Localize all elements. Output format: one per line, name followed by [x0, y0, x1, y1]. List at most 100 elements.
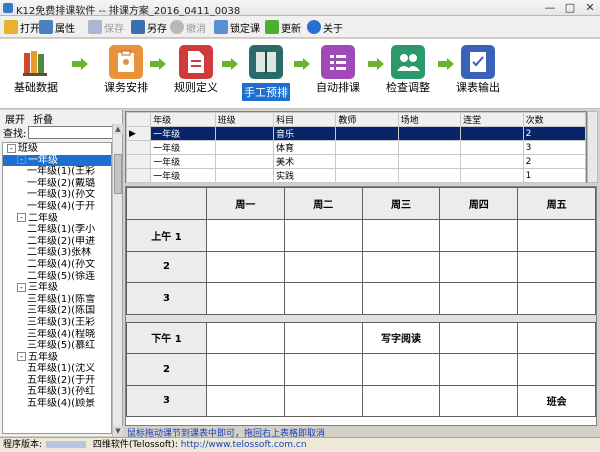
step-course-arrangement[interactable]: 课务安排: [96, 45, 156, 95]
grid-column-header[interactable]: 次数: [522, 112, 587, 127]
grid-cell[interactable]: [397, 126, 462, 141]
minimize-button[interactable]: —: [544, 2, 556, 14]
timetable-slot[interactable]: [439, 384, 519, 417]
search-input[interactable]: [28, 125, 119, 139]
grid-column-header[interactable]: 连堂: [460, 112, 524, 127]
timetable-slot[interactable]: [361, 250, 441, 283]
update-button[interactable]: 更新: [265, 18, 301, 36]
about-button[interactable]: 关于: [307, 18, 343, 36]
timetable-slot[interactable]: [206, 321, 285, 354]
timetable-slot[interactable]: [439, 353, 519, 386]
timetable-slot[interactable]: [361, 384, 441, 417]
tree-class-item[interactable]: 五年级(2)(于开: [3, 375, 111, 387]
grid-cell[interactable]: [335, 140, 399, 155]
tree-class-item[interactable]: 二年级(5)(徐连: [3, 271, 111, 283]
grid-cell[interactable]: 一年级: [150, 126, 216, 141]
grid-cell[interactable]: [214, 126, 274, 141]
grid-cell[interactable]: 1: [522, 168, 587, 183]
scroll-thumb[interactable]: [114, 154, 122, 194]
maximize-button[interactable]: □: [564, 2, 576, 14]
scroll-up-icon[interactable]: ▲: [113, 124, 123, 134]
timetable-slot[interactable]: [439, 250, 519, 283]
tree-class-item[interactable]: 二年级(4)(孙文: [3, 259, 111, 271]
tree-expander-icon[interactable]: -: [17, 282, 26, 292]
properties-button[interactable]: 属性: [39, 18, 75, 36]
timetable-slot[interactable]: [283, 384, 363, 417]
grid-cell[interactable]: 一年级: [150, 140, 216, 155]
grid-column-header[interactable]: 年级: [150, 112, 216, 127]
tree-class-item[interactable]: 五年级(1)(沈义: [3, 363, 111, 375]
grid-cell[interactable]: 实践: [272, 168, 337, 183]
tree-class-item[interactable]: 三年级(4)(程晓: [3, 329, 111, 341]
timetable-slot[interactable]: [283, 321, 363, 354]
grid-cell[interactable]: [397, 140, 462, 155]
tree-class-item[interactable]: 二年级(2)(申进: [3, 236, 111, 248]
undo-button[interactable]: 撤消: [170, 18, 206, 36]
timetable-slot[interactable]: [206, 250, 285, 283]
grid-cell[interactable]: 一年级: [150, 168, 216, 183]
tree-class-item[interactable]: 一年级(3)(孙文: [3, 189, 111, 201]
tree-class-item[interactable]: 一年级(4)(于开: [3, 201, 111, 213]
tree-class-item[interactable]: 五年级(4)(顾景: [3, 398, 111, 410]
timetable-slot[interactable]: [206, 219, 285, 252]
step-check-adjust[interactable]: 检查调整: [378, 45, 438, 95]
grid-column-header[interactable]: 场地: [397, 112, 462, 127]
tree-class-item[interactable]: 三年级(1)(陈雪: [3, 294, 111, 306]
tree-expander-icon[interactable]: -: [7, 143, 16, 153]
timetable-slot[interactable]: [283, 353, 363, 386]
timetable-slot[interactable]: [206, 282, 285, 315]
timetable-slot[interactable]: [439, 219, 519, 252]
tree-class-item[interactable]: 一年级(1)(王彩: [3, 166, 111, 178]
timetable-slot[interactable]: [206, 353, 285, 386]
tree-class-item[interactable]: 一年级(2)(戴璐: [3, 178, 111, 190]
timetable-slot[interactable]: [283, 282, 363, 315]
timetable-slot[interactable]: [283, 250, 363, 283]
grid-cell[interactable]: [460, 168, 524, 183]
tree-root-item[interactable]: - 班级: [3, 143, 111, 155]
tree-expander-icon[interactable]: -: [17, 213, 26, 223]
grid-cell[interactable]: [460, 140, 524, 155]
grid-column-header[interactable]: 科目: [272, 112, 337, 127]
grid-cell[interactable]: [214, 154, 274, 169]
timetable-slot[interactable]: [361, 353, 441, 386]
grid-cell[interactable]: 2: [522, 126, 587, 141]
open-button[interactable]: 打开: [4, 18, 40, 36]
timetable-slot[interactable]: [517, 250, 596, 283]
grid-cell[interactable]: [460, 154, 524, 169]
timetable-slot[interactable]: [206, 384, 285, 417]
tree-expander-icon[interactable]: -: [17, 155, 26, 165]
grid-cell[interactable]: 3: [522, 140, 587, 155]
grid-cell[interactable]: [460, 126, 524, 141]
grid-column-header[interactable]: 班级: [214, 112, 274, 127]
tree-grade-item[interactable]: - 三年级: [3, 282, 111, 294]
timetable-slot[interactable]: 班会: [517, 384, 596, 417]
step-manual-prearrange[interactable]: 手工预排: [236, 45, 296, 101]
timetable-slot[interactable]: [517, 321, 596, 354]
grid-cell[interactable]: [335, 154, 399, 169]
tree-class-item[interactable]: 五年级(3)(孙红: [3, 386, 111, 398]
tree-class-item[interactable]: 二年级(1)(李小: [3, 224, 111, 236]
grid-row[interactable]: 一年级 体育 3: [125, 140, 587, 155]
tree-grade-item[interactable]: - 五年级: [3, 352, 111, 364]
tree-scrollbar[interactable]: ▲ ▼: [112, 124, 123, 436]
grid-cell[interactable]: [335, 168, 399, 183]
timetable-slot[interactable]: [439, 282, 519, 315]
grid-column-header[interactable]: 教师: [335, 112, 399, 127]
timetable-slot[interactable]: [517, 282, 596, 315]
grid-row[interactable]: 一年级 美术 2: [125, 154, 587, 169]
grid-cell[interactable]: [214, 140, 274, 155]
close-button[interactable]: ✕: [584, 2, 596, 14]
collapse-all-button[interactable]: 折叠: [33, 111, 53, 126]
step-auto-schedule[interactable]: 自动排课: [308, 45, 368, 95]
grid-row[interactable]: ▶ 一年级 音乐 2: [125, 126, 587, 141]
grid-cell[interactable]: [335, 126, 399, 141]
tree-class-item[interactable]: 三年级(3)(王彩: [3, 317, 111, 329]
timetable-slot[interactable]: 写字阅读: [361, 321, 441, 354]
scroll-down-icon[interactable]: ▼: [113, 426, 123, 436]
tree-class-item[interactable]: 二年级(3)张林: [3, 247, 111, 259]
tree-grade-item[interactable]: - 一年级: [3, 154, 111, 167]
grid-scrollbar[interactable]: [587, 111, 598, 183]
timetable-slot[interactable]: [439, 321, 519, 354]
step-rule-definition[interactable]: 规则定义: [166, 45, 226, 95]
expand-all-button[interactable]: 展开: [5, 111, 25, 126]
